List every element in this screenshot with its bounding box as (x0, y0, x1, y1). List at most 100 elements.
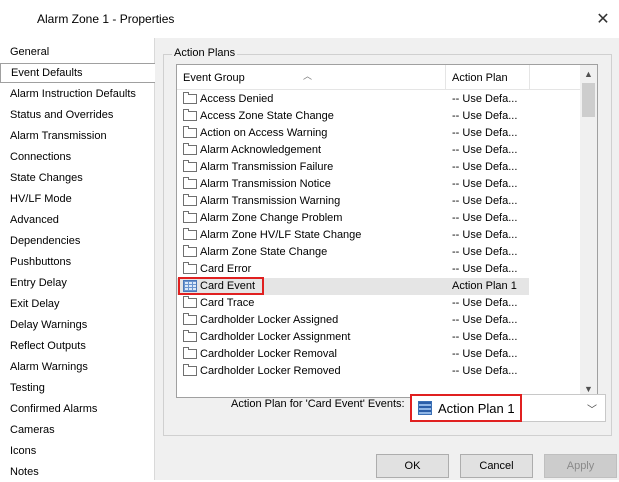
scroll-up-icon[interactable]: ▲ (580, 65, 597, 82)
row-event-name: Alarm Transmission Failure (200, 161, 334, 173)
cancel-button[interactable]: Cancel (460, 454, 533, 478)
folder-icon (183, 126, 197, 138)
folder-icon (183, 92, 197, 104)
nav-item[interactable]: Exit Delay (0, 294, 154, 314)
row-action-plan: -- Use Defa... (452, 178, 518, 190)
table-row[interactable]: Access Zone State Change -- Use Defa... (177, 108, 529, 125)
row-event-name: Card Error (200, 263, 252, 275)
highlight-annotation-dropdown (410, 394, 522, 422)
nav-item[interactable]: Notes (0, 462, 154, 482)
row-event-name: Alarm Zone State Change (200, 246, 328, 258)
scroll-thumb[interactable] (582, 83, 595, 117)
nav-item[interactable]: Cameras (0, 420, 154, 440)
row-event-name: Alarm Acknowledgement (200, 144, 322, 156)
nav-item[interactable]: Alarm Transmission (0, 126, 154, 146)
table-row[interactable]: Cardholder Locker Assignment -- Use Defa.… (177, 329, 529, 346)
folder-icon (183, 313, 197, 325)
row-action-plan: -- Use Defa... (452, 110, 518, 122)
table-row[interactable]: Alarm Zone HV/LF State Change -- Use Defa… (177, 227, 529, 244)
row-event-name: Access Denied (200, 93, 274, 105)
folder-icon (183, 330, 197, 342)
row-action-plan: -- Use Defa... (452, 93, 518, 105)
row-event-name: Cardholder Locker Removal (200, 348, 337, 360)
dialog-body: General Event Defaults Alarm Instruction D… (0, 38, 619, 480)
vertical-scrollbar[interactable]: ▲ ▼ (580, 65, 597, 397)
nav-item[interactable]: Confirmed Alarms (0, 399, 154, 419)
table-row[interactable]: Action on Access Warning -- Use Defa... (177, 125, 529, 142)
chevron-down-icon[interactable]: ﹀ (587, 401, 597, 416)
folder-icon (183, 211, 197, 223)
nav-item[interactable]: Entry Delay (0, 273, 154, 293)
row-event-name: Cardholder Locker Removed (200, 365, 341, 377)
row-event-name: Alarm Transmission Warning (200, 195, 341, 207)
row-event-name: Cardholder Locker Assignment (200, 331, 351, 343)
column-header-action-plan[interactable]: Action Plan (446, 65, 530, 89)
table-row[interactable]: Card Event Action Plan 1 (177, 277, 529, 295)
row-event-name: Alarm Zone HV/LF State Change (200, 229, 362, 241)
window-title: Alarm Zone 1 - Properties (37, 12, 175, 26)
nav-item[interactable]: Connections (0, 147, 154, 167)
table-row[interactable]: Alarm Transmission Failure -- Use Defa... (177, 159, 529, 176)
highlight-annotation-row (178, 277, 264, 295)
folder-icon (183, 364, 197, 376)
table-row[interactable]: Alarm Transmission Warning -- Use Defa... (177, 193, 529, 210)
nav-item[interactable]: Reflect Outputs (0, 336, 154, 356)
row-action-plan: -- Use Defa... (452, 246, 518, 258)
row-action-plan: -- Use Defa... (452, 365, 518, 377)
event-group-list[interactable]: Event Group ︿ Action Plan Access Denied -… (176, 64, 598, 398)
table-row[interactable]: Card Error -- Use Defa... (177, 261, 529, 278)
row-action-plan: -- Use Defa... (452, 348, 518, 360)
row-event-name: Action on Access Warning (200, 127, 328, 139)
row-action-plan: -- Use Defa... (452, 229, 518, 241)
column-event-group-label: Event Group (183, 72, 245, 84)
close-icon[interactable]: ✕ (589, 6, 617, 32)
row-event-name: Access Zone State Change (200, 110, 334, 122)
table-row[interactable]: Cardholder Locker Removed -- Use Defa... (177, 363, 529, 380)
table-row[interactable]: Alarm Transmission Notice -- Use Defa... (177, 176, 529, 193)
row-event-name: Alarm Transmission Notice (200, 178, 331, 190)
nav-item[interactable]: Icons (0, 441, 154, 461)
nav-item[interactable]: State Changes (0, 168, 154, 188)
nav-item[interactable]: HV/LF Mode (0, 189, 154, 209)
nav-item[interactable]: General (0, 42, 154, 62)
table-row[interactable]: Alarm Zone Change Problem -- Use Defa... (177, 210, 529, 227)
action-plan-selector-label: Action Plan for 'Card Event' Events: (231, 398, 405, 410)
column-header-event-group[interactable]: Event Group ︿ (177, 65, 446, 89)
folder-icon (183, 262, 197, 274)
row-action-plan: Action Plan 1 (452, 280, 517, 292)
row-event-name: Card Trace (200, 297, 255, 309)
nav-item[interactable]: Alarm Warnings (0, 357, 154, 377)
row-action-plan: -- Use Defa... (452, 263, 518, 275)
folder-icon (183, 177, 197, 189)
folder-icon (183, 109, 197, 121)
row-action-plan: -- Use Defa... (452, 195, 518, 207)
nav-item[interactable]: Status and Overrides (0, 105, 154, 125)
table-row[interactable]: Cardholder Locker Removal -- Use Defa... (177, 346, 529, 363)
title-bar: Alarm Zone 1 - Properties ✕ (0, 0, 619, 38)
nav-item[interactable]: Dependencies (0, 231, 154, 251)
column-action-plan-label: Action Plan (452, 72, 508, 84)
nav-item[interactable]: Alarm Instruction Defaults (0, 84, 154, 104)
nav-item[interactable]: Event Defaults (0, 63, 155, 83)
nav-item[interactable]: Pushbuttons (0, 252, 154, 272)
row-event-name: Cardholder Locker Assigned (200, 314, 339, 326)
table-row[interactable]: Alarm Zone State Change -- Use Defa... (177, 244, 529, 261)
row-action-plan: -- Use Defa... (452, 297, 518, 309)
row-action-plan: -- Use Defa... (452, 212, 518, 224)
apply-button[interactable]: Apply (544, 454, 617, 478)
table-row[interactable]: Alarm Acknowledgement -- Use Defa... (177, 142, 529, 159)
row-action-plan: -- Use Defa... (452, 161, 518, 173)
nav-item[interactable]: Delay Warnings (0, 315, 154, 335)
ok-button[interactable]: OK (376, 454, 449, 478)
list-header: Event Group ︿ Action Plan (177, 65, 581, 90)
folder-icon (183, 194, 197, 206)
row-event-name: Alarm Zone Change Problem (200, 212, 343, 224)
table-row[interactable]: Cardholder Locker Assigned -- Use Defa... (177, 312, 529, 329)
nav-item[interactable]: Advanced (0, 210, 154, 230)
folder-icon (183, 160, 197, 172)
row-action-plan: -- Use Defa... (452, 314, 518, 326)
table-row[interactable]: Card Trace -- Use Defa... (177, 295, 529, 312)
table-row[interactable]: Access Denied -- Use Defa... (177, 91, 529, 108)
sort-ascending-icon: ︿ (303, 71, 313, 81)
nav-item[interactable]: Testing (0, 378, 154, 398)
